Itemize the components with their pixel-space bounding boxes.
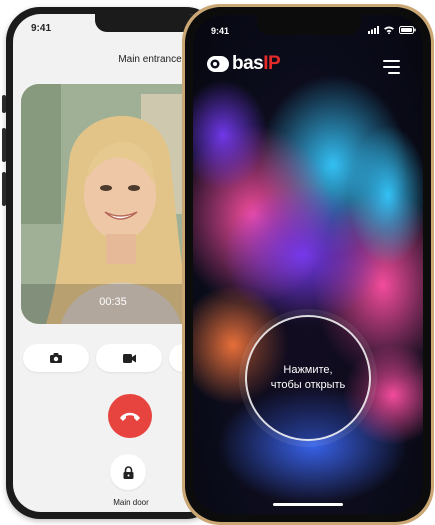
open-door-button[interactable] <box>110 454 146 490</box>
notch <box>257 15 361 35</box>
brand-logo: basIP <box>207 53 281 75</box>
video-icon <box>122 353 136 363</box>
status-time: 9:41 <box>31 23 52 34</box>
camera-icon <box>50 353 62 363</box>
call-timer: 00:35 <box>99 296 127 308</box>
open-button-label-line2: чтобы открыть <box>270 379 346 391</box>
signal-icon <box>368 26 379 34</box>
door-label: Main door <box>113 498 149 507</box>
hangup-button[interactable] <box>108 394 152 438</box>
open-door-button[interactable]: Нажмите, чтобы открыть <box>245 315 371 441</box>
phone-hangup-icon <box>120 412 140 421</box>
front-phone-screen: 9:41 basIP Нажмите, чтобы открыть <box>193 15 423 514</box>
battery-icon <box>399 26 416 34</box>
status-time: 9:41 <box>211 26 230 36</box>
video-toggle-button[interactable] <box>96 344 162 372</box>
wifi-icon <box>384 26 394 34</box>
open-button-label-line1: Нажмите, <box>283 364 333 376</box>
brand-name: basIP <box>232 53 281 75</box>
status-icons <box>368 26 416 34</box>
mute-switch <box>2 95 6 113</box>
volume-down-button <box>2 172 6 206</box>
home-indicator <box>273 503 343 506</box>
snapshot-button[interactable] <box>23 344 89 372</box>
brand-suffix-text: IP <box>263 53 281 74</box>
bas-ip-logo-icon <box>207 56 229 72</box>
volume-up-button <box>2 128 6 162</box>
lock-icon <box>123 465 133 479</box>
brand-name-text: bas <box>232 53 264 74</box>
menu-icon[interactable] <box>383 60 400 78</box>
